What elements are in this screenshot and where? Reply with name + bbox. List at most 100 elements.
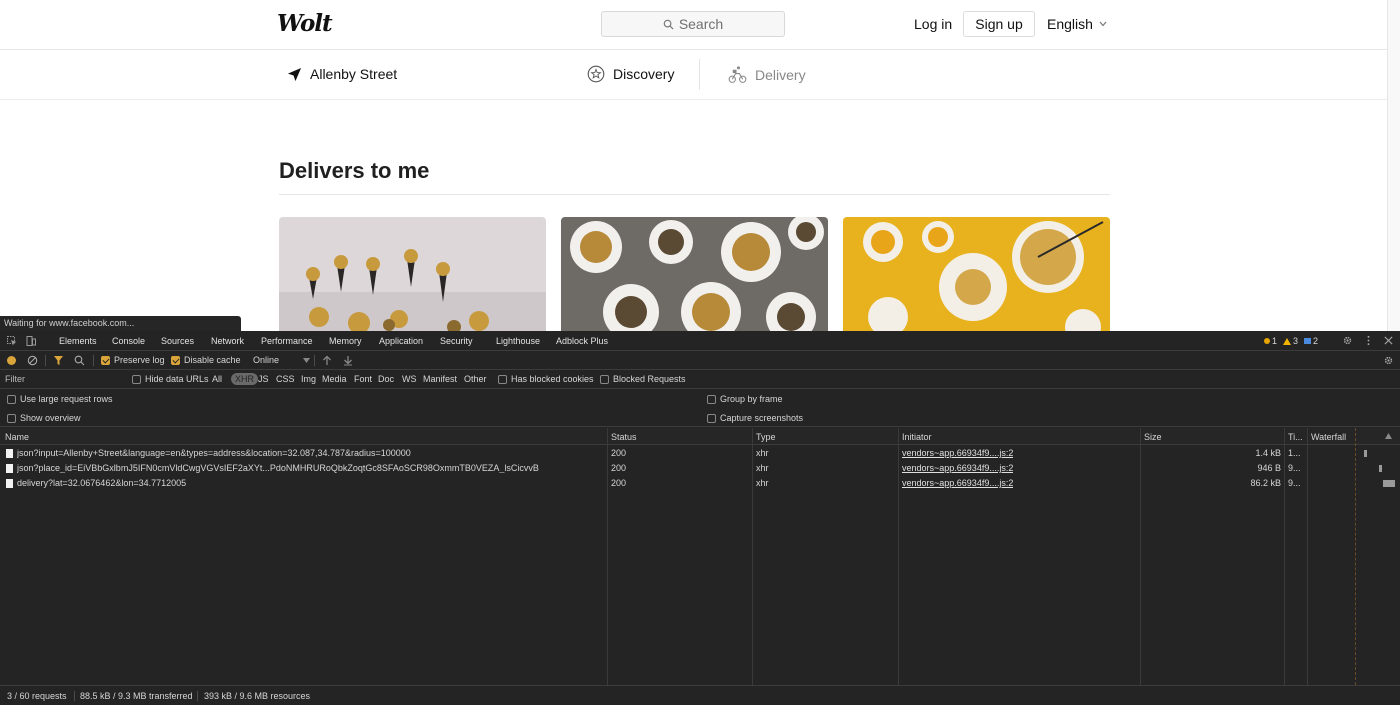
page-scrollbar[interactable] — [1387, 0, 1400, 331]
search-placeholder: Search — [678, 16, 724, 32]
has-blocked-cookies-checkbox[interactable] — [498, 374, 507, 384]
col-initiator-header[interactable]: Initiator — [902, 432, 932, 442]
hide-data-urls-label: Hide data URLs — [145, 374, 209, 384]
settings-gear-icon[interactable] — [1342, 335, 1353, 346]
col-time-header[interactable]: Ti... — [1288, 432, 1303, 442]
filter-type-font[interactable]: Font — [354, 374, 372, 384]
section-divider — [279, 194, 1110, 195]
export-har-icon[interactable] — [343, 355, 353, 366]
nav-discovery[interactable]: Discovery — [587, 65, 674, 83]
hide-data-urls-checkbox[interactable] — [132, 374, 141, 384]
show-overview-label: Show overview — [20, 413, 81, 423]
signup-button[interactable]: Sign up — [963, 11, 1035, 37]
search-box[interactable]: Search — [601, 11, 785, 37]
site-header: Wolt Search Log in Sign up English — [0, 0, 1387, 50]
col-type-header[interactable]: Type — [756, 432, 776, 442]
filter-type-xhr[interactable]: XHR — [231, 373, 259, 385]
search-icon[interactable] — [74, 355, 85, 366]
sort-ascending-icon[interactable] — [1385, 433, 1392, 439]
large-rows-checkbox[interactable] — [7, 394, 16, 404]
request-type: xhr — [756, 463, 769, 473]
throttling-select[interactable]: Online — [253, 355, 311, 365]
file-icon — [6, 464, 13, 473]
group-by-frame-toggle[interactable]: Group by frame — [707, 394, 783, 404]
tab-sources[interactable]: Sources — [161, 336, 194, 346]
language-selector[interactable]: English — [1047, 16, 1107, 32]
filter-icon[interactable] — [53, 355, 64, 366]
table-row[interactable]: json?place_id=EiVBbGxlbmJ5IFN0cmVldCwgVG… — [0, 461, 1307, 476]
restaurant-card-spices[interactable] — [843, 217, 1110, 331]
tab-memory[interactable]: Memory — [329, 336, 362, 346]
col-waterfall-header[interactable]: Waterfall — [1311, 432, 1346, 442]
courier-bike-icon — [728, 66, 747, 83]
group-by-frame-checkbox[interactable] — [707, 394, 716, 404]
tab-security[interactable]: Security — [440, 336, 473, 346]
show-overview-toggle[interactable]: Show overview — [7, 413, 81, 423]
close-devtools-icon[interactable] — [1383, 335, 1394, 346]
nav-delivery[interactable]: Delivery — [728, 65, 806, 84]
tab-console[interactable]: Console — [112, 336, 145, 346]
warning-icon — [1282, 337, 1291, 345]
more-options-icon[interactable] — [1363, 335, 1374, 346]
table-row[interactable]: json?input=Allenby+Street&language=en&ty… — [0, 446, 1307, 461]
address-selector[interactable]: Allenby Street — [287, 66, 397, 82]
ice-cream-photo — [279, 217, 546, 331]
filter-type-media[interactable]: Media — [322, 374, 347, 384]
record-icon[interactable] — [6, 355, 17, 366]
tab-lighthouse[interactable]: Lighthouse — [496, 336, 540, 346]
blocked-requests-toggle[interactable]: Blocked Requests — [600, 374, 686, 384]
preserve-log-toggle[interactable]: Preserve log — [101, 355, 165, 365]
request-name[interactable]: delivery?lat=32.0676462&lon=34.7712005 — [17, 478, 602, 488]
chevron-down-icon — [303, 357, 311, 363]
clear-icon[interactable] — [27, 355, 38, 366]
filter-type-other[interactable]: Other — [464, 374, 487, 384]
capture-screenshots-checkbox[interactable] — [707, 413, 716, 423]
col-name-header[interactable]: Name — [5, 432, 29, 442]
wolt-logo[interactable]: Wolt — [277, 10, 333, 37]
filter-type-doc[interactable]: Doc — [378, 374, 394, 384]
request-size: 946 B — [1257, 463, 1281, 473]
hide-data-urls-toggle[interactable]: Hide data URLs — [132, 374, 209, 384]
request-initiator[interactable]: vendors~app.66934f9....js:2 — [902, 463, 1013, 473]
device-toolbar-icon[interactable] — [26, 336, 36, 346]
show-overview-checkbox[interactable] — [7, 413, 16, 423]
table-row[interactable]: delivery?lat=32.0676462&lon=34.7712005 2… — [0, 476, 1307, 491]
capture-screenshots-toggle[interactable]: Capture screenshots — [707, 413, 803, 423]
col-size-header[interactable]: Size — [1144, 432, 1162, 442]
login-link[interactable]: Log in — [914, 16, 952, 32]
filter-type-js[interactable]: JS — [258, 374, 269, 384]
request-time: 1... — [1288, 448, 1301, 458]
filter-type-css[interactable]: CSS — [276, 374, 295, 384]
issue-counters[interactable]: 1 3 2 — [1263, 336, 1318, 346]
info-counter: 2 — [1303, 336, 1318, 346]
request-name[interactable]: json?input=Allenby+Street&language=en&ty… — [17, 448, 602, 458]
tab-network[interactable]: Network — [211, 336, 244, 346]
filter-type-manifest[interactable]: Manifest — [423, 374, 457, 384]
tab-performance[interactable]: Performance — [261, 336, 313, 346]
preserve-log-checkbox[interactable] — [101, 355, 110, 365]
tab-elements[interactable]: Elements — [59, 336, 97, 346]
restaurant-card-ice-cream[interactable] — [279, 217, 546, 331]
has-blocked-cookies-toggle[interactable]: Has blocked cookies — [498, 374, 594, 384]
filter-type-ws[interactable]: WS — [402, 374, 417, 384]
tab-adblock-plus[interactable]: Adblock Plus — [556, 336, 608, 346]
request-size: 1.4 kB — [1255, 448, 1281, 458]
filter-input[interactable]: Filter — [5, 374, 25, 384]
request-initiator[interactable]: vendors~app.66934f9....js:2 — [902, 478, 1013, 488]
waterfall-bar — [1364, 450, 1367, 457]
restaurant-card-dishes[interactable] — [561, 217, 828, 331]
tab-application[interactable]: Application — [379, 336, 423, 346]
inspect-element-icon[interactable] — [7, 336, 17, 346]
blocked-requests-checkbox[interactable] — [600, 374, 609, 384]
col-status-header[interactable]: Status — [611, 432, 637, 442]
filter-type-all[interactable]: All — [212, 374, 222, 384]
disable-cache-checkbox[interactable] — [171, 355, 180, 365]
disable-cache-toggle[interactable]: Disable cache — [171, 355, 241, 365]
filter-type-img[interactable]: Img — [301, 374, 316, 384]
large-rows-toggle[interactable]: Use large request rows — [7, 394, 113, 404]
import-har-icon[interactable] — [322, 355, 332, 366]
toolbar-divider — [45, 355, 46, 366]
request-name[interactable]: json?place_id=EiVBbGxlbmJ5IFN0cmVldCwgVG… — [17, 463, 602, 473]
request-initiator[interactable]: vendors~app.66934f9....js:2 — [902, 448, 1013, 458]
network-settings-gear-icon[interactable] — [1383, 355, 1394, 366]
